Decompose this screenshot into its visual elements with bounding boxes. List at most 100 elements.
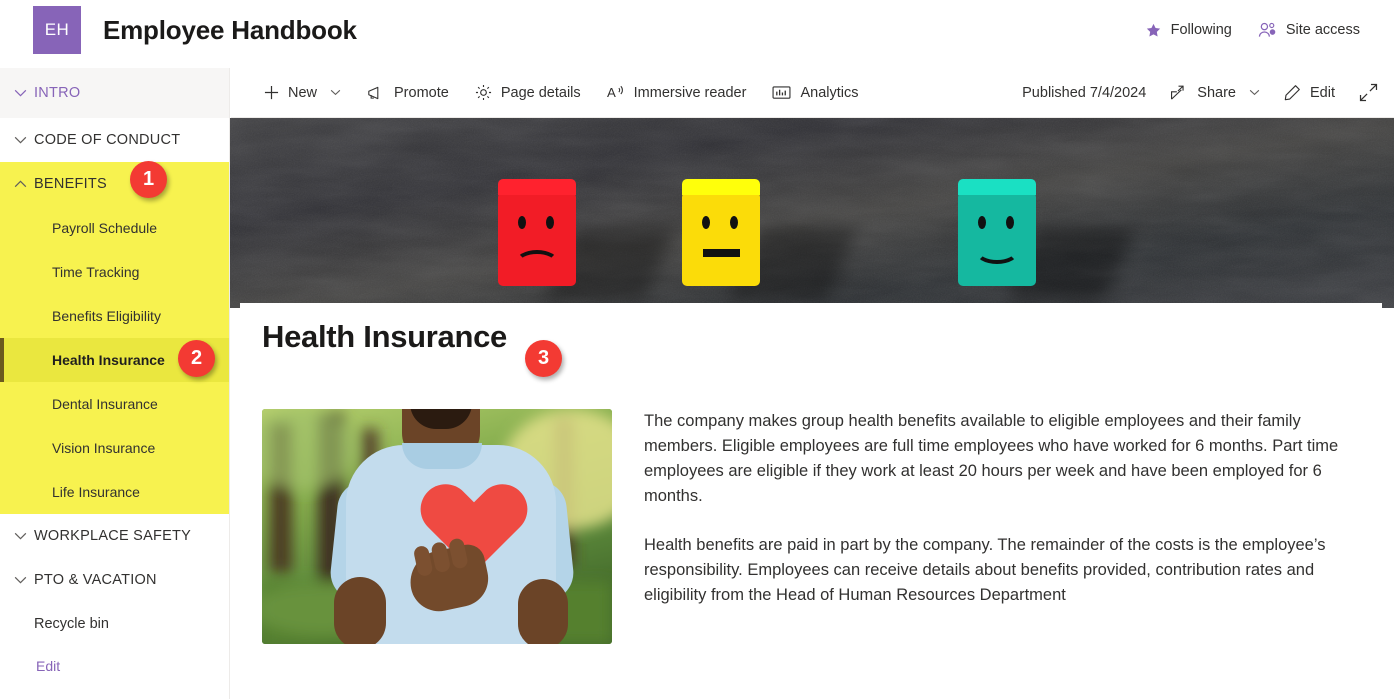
nav-section-workplace-safety[interactable]: WORKPLACE SAFETY	[0, 514, 229, 558]
people-icon	[1258, 22, 1277, 39]
eye-right	[546, 216, 554, 229]
share-button[interactable]: Share	[1170, 85, 1260, 101]
share-label: Share	[1197, 84, 1236, 101]
promote-button[interactable]: Promote	[367, 85, 449, 101]
annotation-number: 1	[142, 168, 155, 190]
site-access-label: Site access	[1285, 22, 1360, 38]
sidebar-item-time-tracking[interactable]: Time Tracking	[0, 250, 229, 294]
neutral-face-block	[682, 179, 760, 286]
nav-section-label: BENEFITS	[34, 176, 107, 192]
analytics-icon	[772, 85, 791, 100]
sidebar-item-dental-insurance[interactable]: Dental Insurance	[0, 382, 229, 426]
eye-left	[978, 216, 986, 229]
immersive-reader-button[interactable]: A Immersive reader	[607, 84, 747, 101]
page-body: The company makes group health benefits …	[262, 409, 1364, 644]
nav-section-label: CODE OF CONDUCT	[34, 132, 181, 148]
nav-item-label: Dental Insurance	[52, 396, 158, 412]
annotation-number: 3	[537, 347, 550, 369]
header-actions: Following Site access	[1145, 22, 1360, 39]
annotation-badge-3: 3	[525, 340, 562, 377]
arm-right	[518, 579, 568, 644]
site-title: Employee Handbook	[103, 14, 357, 45]
nav-item-label: Vision Insurance	[52, 440, 156, 456]
sidebar-item-vision-insurance[interactable]: Vision Insurance	[0, 426, 229, 470]
annotation-badge-1: 1	[130, 161, 167, 198]
analytics-label: Analytics	[800, 84, 859, 101]
edit-page-button[interactable]: Edit	[1284, 84, 1335, 101]
nav-section-pto-vacation[interactable]: PTO & VACATION	[0, 558, 229, 602]
edit-navigation-link[interactable]: Edit	[0, 646, 229, 686]
site-logo-initials: EH	[44, 20, 70, 39]
nav-item-label: Life Insurance	[52, 484, 140, 500]
paragraph-1: The company makes group health benefits …	[644, 412, 1339, 505]
command-bar-left: New Promote Page details A Immersive rea…	[264, 84, 858, 101]
nav-group-benefits: BENEFITS Payroll Schedule Time Tracking …	[0, 162, 229, 514]
page-details-label: Page details	[500, 84, 581, 101]
arm-left	[334, 577, 386, 644]
chevron-up-icon[interactable]	[9, 180, 31, 188]
sidebar-item-benefits-eligibility[interactable]: Benefits Eligibility	[0, 294, 229, 338]
page-paragraphs: The company makes group health benefits …	[644, 409, 1364, 644]
pencil-icon	[1284, 84, 1301, 101]
block-top-face	[958, 179, 1036, 195]
nav-section-label: WORKPLACE SAFETY	[34, 528, 192, 544]
nav-item-label: Benefits Eligibility	[52, 308, 161, 324]
site-access-button[interactable]: Site access	[1258, 22, 1360, 39]
immersive-reader-label: Immersive reader	[633, 84, 747, 101]
new-button[interactable]: New	[264, 85, 341, 101]
nav-section-intro[interactable]: INTRO	[0, 68, 229, 118]
happy-face-block	[958, 179, 1036, 286]
flat-mouth	[703, 249, 740, 257]
new-label: New	[288, 84, 318, 101]
page-content-card: Health Insurance The company makes group…	[240, 303, 1382, 699]
plus-icon	[264, 85, 279, 100]
annotation-number: 2	[190, 347, 203, 369]
nav-item-label: Payroll Schedule	[52, 220, 158, 236]
smile-mouth	[975, 238, 1019, 264]
chevron-down-icon[interactable]	[330, 89, 341, 96]
expand-arrows-icon	[1359, 83, 1378, 102]
paragraph-2: Health benefits are paid in part by the …	[644, 536, 1326, 604]
nav-section-label: INTRO	[34, 85, 81, 101]
analytics-button[interactable]: Analytics	[772, 85, 858, 101]
eye-left	[518, 216, 526, 229]
chevron-down-icon[interactable]	[9, 136, 31, 144]
health-insurance-photo	[262, 409, 612, 644]
chevron-down-icon[interactable]	[9, 532, 31, 540]
following-button[interactable]: Following	[1145, 22, 1232, 39]
block-top-face	[498, 179, 576, 195]
chevron-down-icon[interactable]	[9, 89, 31, 97]
site-logo[interactable]: EH	[33, 6, 81, 54]
promote-label: Promote	[394, 84, 449, 101]
recycle-bin-label: Recycle bin	[34, 616, 109, 632]
nav-item-label: Health Insurance	[52, 352, 165, 368]
sidebar-item-life-insurance[interactable]: Life Insurance	[0, 470, 229, 514]
share-icon	[1170, 85, 1188, 101]
nav-section-benefits[interactable]: BENEFITS	[0, 162, 229, 206]
gear-icon	[475, 84, 492, 101]
frown-mouth	[515, 250, 559, 276]
chevron-down-icon[interactable]	[1249, 89, 1260, 96]
following-label: Following	[1170, 22, 1232, 38]
sad-face-block	[498, 179, 576, 286]
eye-right	[1006, 216, 1014, 229]
nav-section-code-of-conduct[interactable]: CODE OF CONDUCT	[0, 118, 229, 162]
nav-item-label: Time Tracking	[52, 264, 140, 280]
command-bar: New Promote Page details A Immersive rea…	[231, 68, 1394, 118]
eye-right	[730, 216, 738, 229]
svg-text:A: A	[607, 85, 616, 100]
annotation-badge-2: 2	[178, 340, 215, 377]
eye-left	[702, 216, 710, 229]
block-top-face	[682, 179, 760, 195]
sidebar-item-payroll-schedule[interactable]: Payroll Schedule	[0, 206, 229, 250]
recycle-bin-link[interactable]: Recycle bin	[0, 602, 229, 646]
command-bar-right: Published 7/4/2024 Share Edit	[1022, 83, 1378, 102]
chevron-down-icon[interactable]	[9, 576, 31, 584]
star-icon	[1145, 22, 1162, 39]
page-title: Health Insurance	[262, 319, 508, 354]
sharepoint-page: EH Employee Handbook Following Site acce…	[0, 0, 1394, 699]
hero-banner-image	[230, 118, 1394, 308]
page-details-button[interactable]: Page details	[475, 84, 581, 101]
megaphone-icon	[367, 85, 385, 101]
expand-fullscreen-button[interactable]	[1359, 83, 1378, 102]
